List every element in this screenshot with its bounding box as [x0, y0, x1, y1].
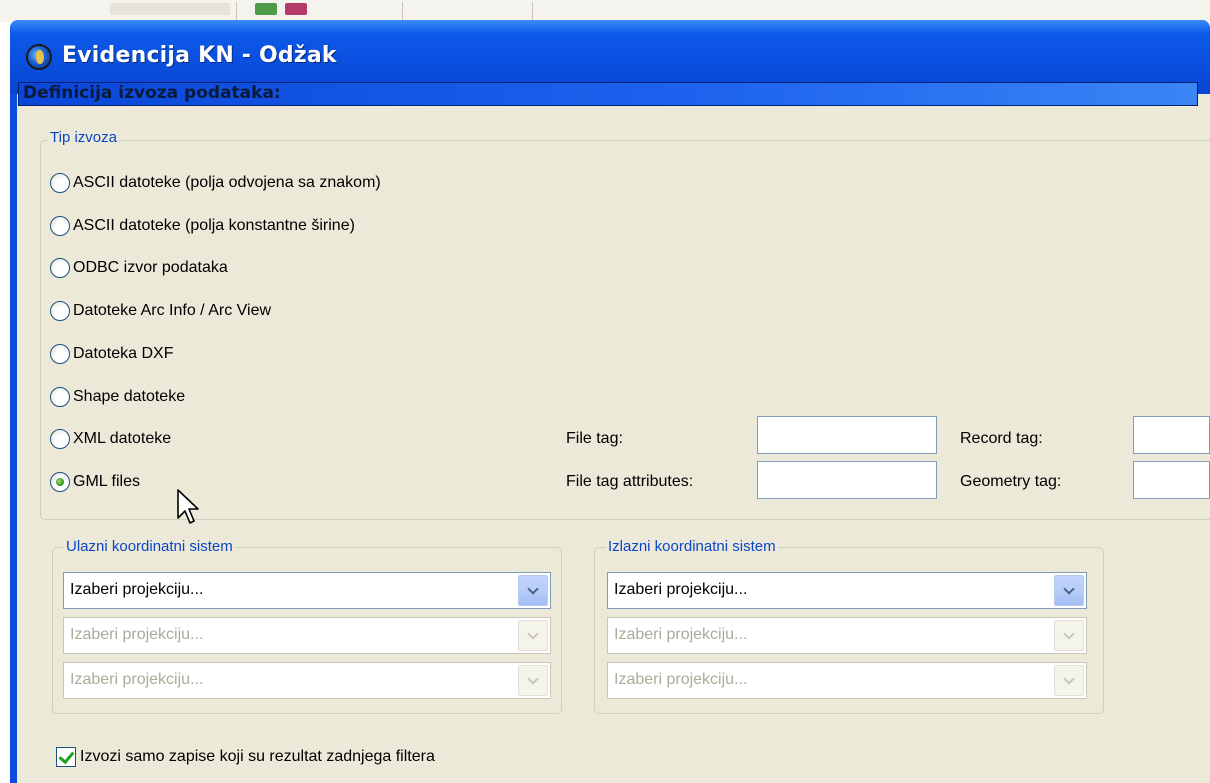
chevron-down-icon: [527, 627, 539, 640]
dropdown-button: [1054, 620, 1084, 651]
export-type-legend: Tip izvoza: [48, 129, 119, 146]
radio-button[interactable]: [50, 216, 70, 236]
combo-value: Izaberi projekciju...: [614, 581, 748, 598]
radio-dxf[interactable]: Datoteka DXF: [50, 343, 173, 365]
dropdown-button[interactable]: [1054, 575, 1084, 606]
toolbar-separator: [402, 2, 403, 20]
radio-label: Datoteka DXF: [73, 345, 174, 362]
radio-button[interactable]: [50, 344, 70, 364]
filter-only-checkbox[interactable]: [56, 747, 76, 767]
mouse-pointer-icon: [177, 489, 199, 524]
chevron-down-icon: [1063, 627, 1075, 640]
radio-button[interactable]: [50, 301, 70, 321]
radio-gml[interactable]: GML files: [50, 471, 140, 493]
radio-button[interactable]: [50, 258, 70, 278]
chevron-down-icon: [1063, 582, 1075, 595]
file-tag-label: File tag:: [566, 430, 623, 447]
background-toolbar: [0, 0, 1210, 22]
output-projection-select-3: Izaberi projekciju...: [607, 662, 1087, 699]
radio-ascii-fixed-width[interactable]: ASCII datoteke (polja konstantne širine): [50, 215, 355, 237]
radio-xml[interactable]: XML datoteke: [50, 428, 171, 450]
output-projection-select-1[interactable]: Izaberi projekciju...: [607, 572, 1087, 609]
radio-odbc-source[interactable]: ODBC izvor podataka: [50, 257, 228, 279]
combo-value: Izaberi projekciju...: [70, 671, 204, 688]
radio-label: ASCII datoteke (polja konstantne širine): [73, 217, 355, 234]
chevron-down-icon: [527, 672, 539, 685]
combo-value: Izaberi projekciju...: [70, 626, 204, 643]
radio-button[interactable]: [50, 387, 70, 407]
filter-only-label: Izvozi samo zapise koji su rezultat zadn…: [80, 748, 435, 765]
window-title: Evidencija KN - Odžak: [62, 43, 337, 68]
section-title: Definicija izvoza podataka:: [23, 83, 281, 103]
file-tag-attributes-label: File tag attributes:: [566, 473, 694, 490]
radio-label: Datoteke Arc Info / Arc View: [73, 302, 272, 319]
radio-label: XML datoteke: [73, 430, 172, 447]
record-tag-label: Record tag:: [960, 430, 1043, 447]
chevron-down-icon: [527, 582, 539, 595]
toolbar-separator: [532, 2, 533, 20]
radio-arc-info[interactable]: Datoteke Arc Info / Arc View: [50, 300, 271, 322]
radio-button[interactable]: [50, 173, 70, 193]
background-toolbar-icon: [255, 3, 277, 15]
background-toolbar-icon: [285, 3, 307, 15]
export-type-group: [40, 140, 1210, 520]
dropdown-button[interactable]: [518, 575, 548, 606]
toolbar-separator: [236, 2, 237, 20]
combo-value: Izaberi projekciju...: [70, 581, 204, 598]
filter-only-checkbox-row[interactable]: Izvozi samo zapise koji su rezultat zadn…: [56, 747, 435, 767]
dropdown-button: [518, 620, 548, 651]
radio-label: ASCII datoteke (polja odvojena sa znakom…: [73, 174, 381, 191]
geometry-tag-input[interactable]: [1133, 461, 1210, 499]
input-projection-select-2: Izaberi projekciju...: [63, 617, 551, 654]
radio-label: Shape datoteke: [73, 388, 186, 405]
radio-ascii-delimited[interactable]: ASCII datoteke (polja odvojena sa znakom…: [50, 172, 381, 194]
section-header: Definicija izvoza podataka:: [18, 82, 1198, 106]
radio-button-selected[interactable]: [50, 472, 70, 492]
record-tag-input[interactable]: [1133, 416, 1210, 454]
radio-shape[interactable]: Shape datoteke: [50, 386, 185, 408]
input-projection-select-3: Izaberi projekciju...: [63, 662, 551, 699]
output-crs-legend: Izlazni koordinatni sistem: [606, 538, 778, 555]
globe-icon[interactable]: [26, 44, 52, 70]
radio-label: GML files: [73, 473, 140, 490]
combo-value: Izaberi projekciju...: [614, 626, 748, 643]
file-tag-attributes-input[interactable]: [757, 461, 937, 499]
geometry-tag-label: Geometry tag:: [960, 473, 1062, 490]
radio-button[interactable]: [50, 429, 70, 449]
file-tag-input[interactable]: [757, 416, 937, 454]
background-toolbar-icon: [110, 3, 230, 15]
dropdown-button: [518, 665, 548, 696]
chevron-down-icon: [1063, 672, 1075, 685]
dropdown-button: [1054, 665, 1084, 696]
combo-value: Izaberi projekciju...: [614, 671, 748, 688]
input-crs-legend: Ulazni koordinatni sistem: [64, 538, 235, 555]
radio-label: ODBC izvor podataka: [73, 259, 228, 276]
output-projection-select-2: Izaberi projekciju...: [607, 617, 1087, 654]
input-projection-select-1[interactable]: Izaberi projekciju...: [63, 572, 551, 609]
